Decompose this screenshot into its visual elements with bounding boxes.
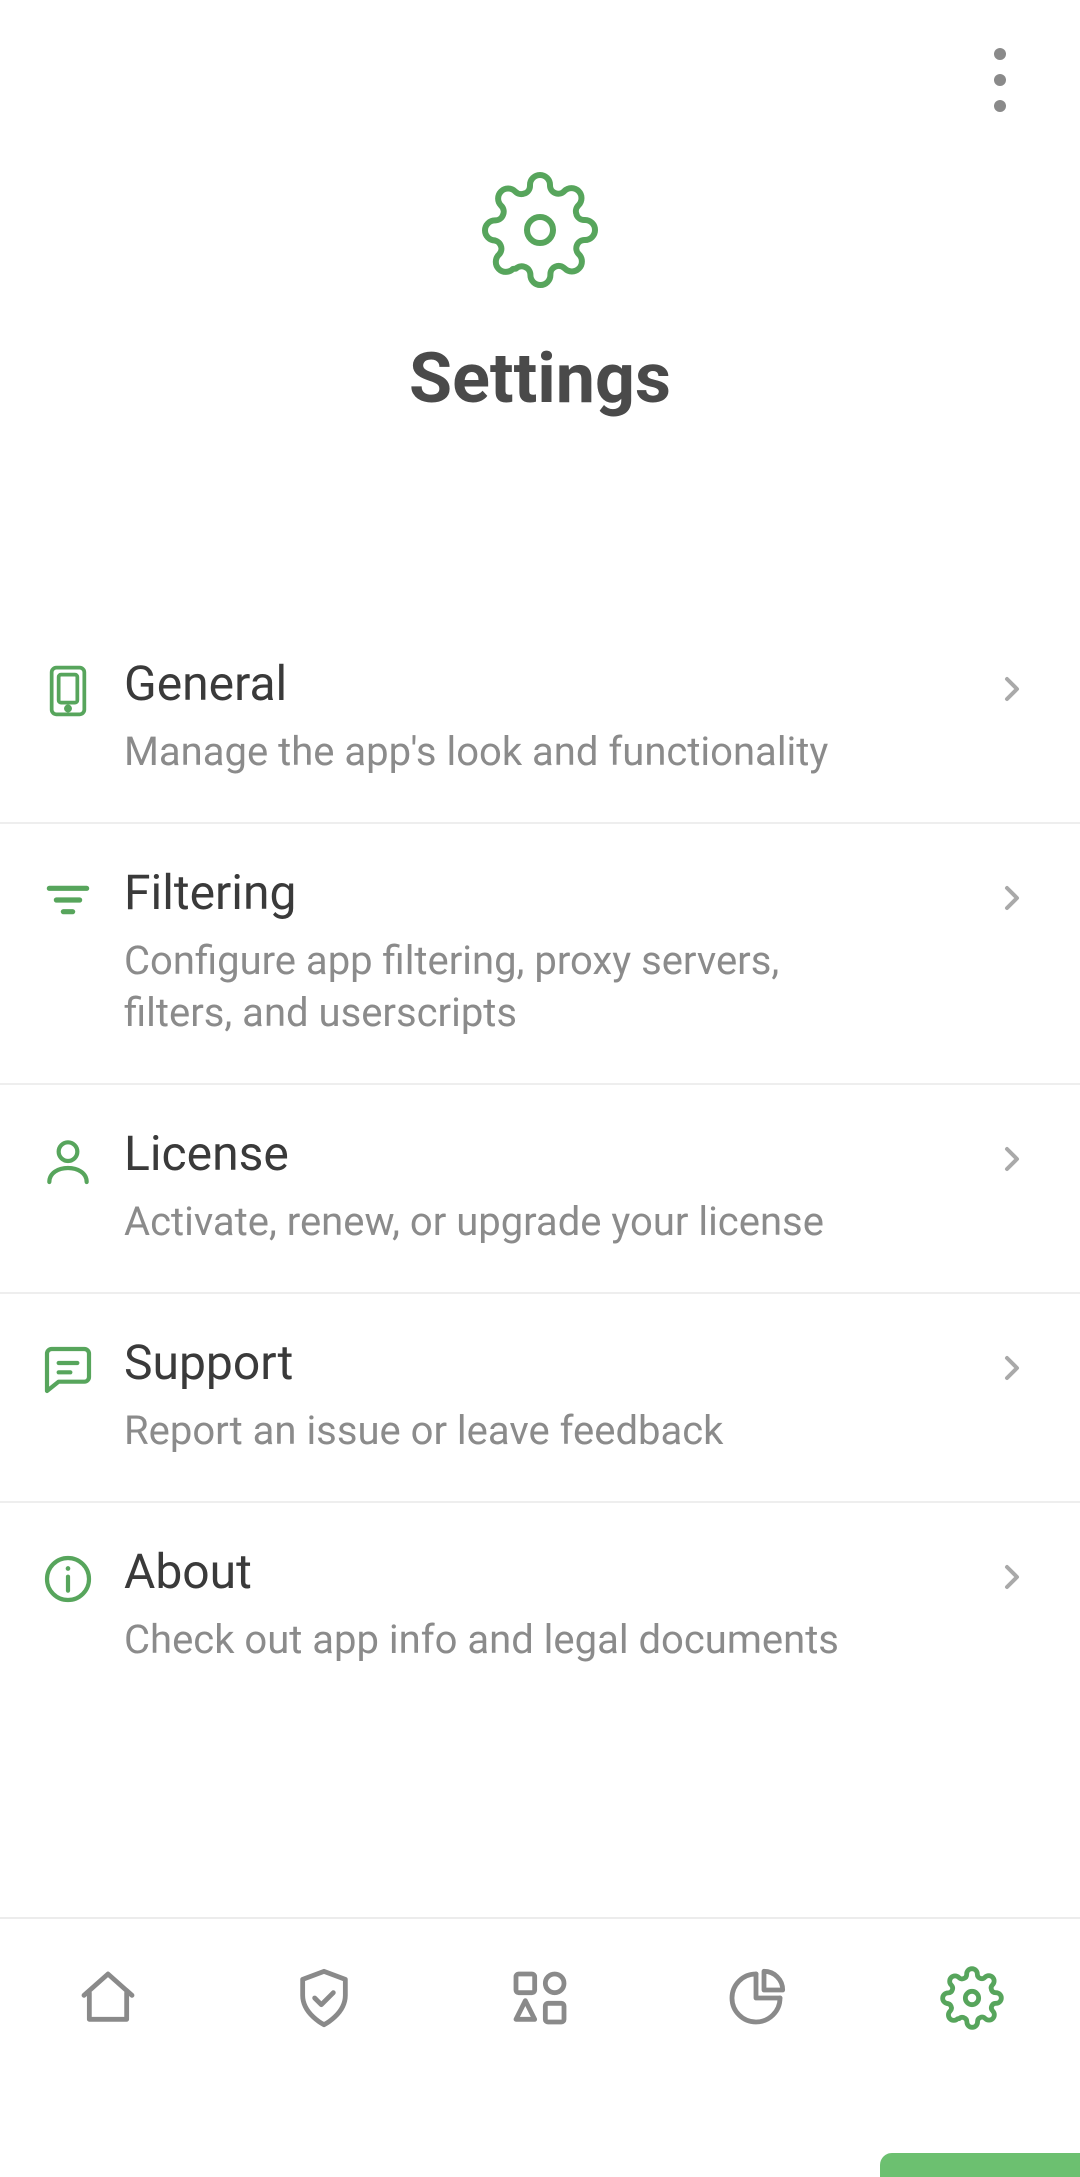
bottom-indicator <box>880 2153 1080 2177</box>
info-icon <box>40 1551 96 1607</box>
chevron-right-icon <box>992 669 1032 709</box>
row-label: General <box>124 655 972 712</box>
gear-icon <box>480 170 600 290</box>
chat-icon <box>40 1342 96 1398</box>
row-license[interactable]: License Activate, renew, or upgrade your… <box>0 1085 1080 1294</box>
chevron-right-icon <box>992 1139 1032 1179</box>
more-options-button[interactable] <box>960 40 1040 120</box>
row-general[interactable]: General Manage the app's look and functi… <box>0 615 1080 824</box>
chevron-right-icon <box>992 878 1032 918</box>
shapes-icon <box>508 1966 572 2030</box>
row-label: About <box>124 1543 972 1600</box>
bottom-nav <box>0 1917 1080 2077</box>
page-header: Settings <box>0 170 1080 420</box>
row-label: Support <box>124 1334 972 1391</box>
settings-tab[interactable] <box>864 1919 1080 2077</box>
row-label: License <box>124 1125 972 1182</box>
shield-icon <box>292 1966 356 2030</box>
chevron-right-icon <box>992 1557 1032 1597</box>
row-filtering[interactable]: Filtering Configure app filtering, proxy… <box>0 824 1080 1085</box>
apps-tab[interactable] <box>432 1919 648 2077</box>
row-desc: Configure app filtering, proxy servers, … <box>124 935 844 1039</box>
chevron-right-icon <box>992 1348 1032 1388</box>
more-vertical-icon <box>994 48 1006 112</box>
row-desc: Report an issue or leave feedback <box>124 1405 844 1457</box>
home-icon <box>76 1966 140 2030</box>
row-about[interactable]: About Check out app info and legal docum… <box>0 1503 1080 1710</box>
top-bar <box>0 0 1080 130</box>
row-desc: Manage the app's look and functionality <box>124 726 844 778</box>
row-label: Filtering <box>124 864 972 921</box>
user-icon <box>40 1133 96 1189</box>
settings-list: General Manage the app's look and functi… <box>0 615 1080 1710</box>
filter-icon <box>40 872 96 928</box>
phone-icon <box>40 663 96 719</box>
row-desc: Activate, renew, or upgrade your license <box>124 1196 844 1248</box>
stats-tab[interactable] <box>648 1919 864 2077</box>
piechart-icon <box>724 1966 788 2030</box>
row-desc: Check out app info and legal documents <box>124 1614 844 1666</box>
page-title: Settings <box>409 338 671 420</box>
protection-tab[interactable] <box>216 1919 432 2077</box>
row-support[interactable]: Support Report an issue or leave feedbac… <box>0 1294 1080 1503</box>
gear-icon <box>940 1966 1004 2030</box>
home-tab[interactable] <box>0 1919 216 2077</box>
